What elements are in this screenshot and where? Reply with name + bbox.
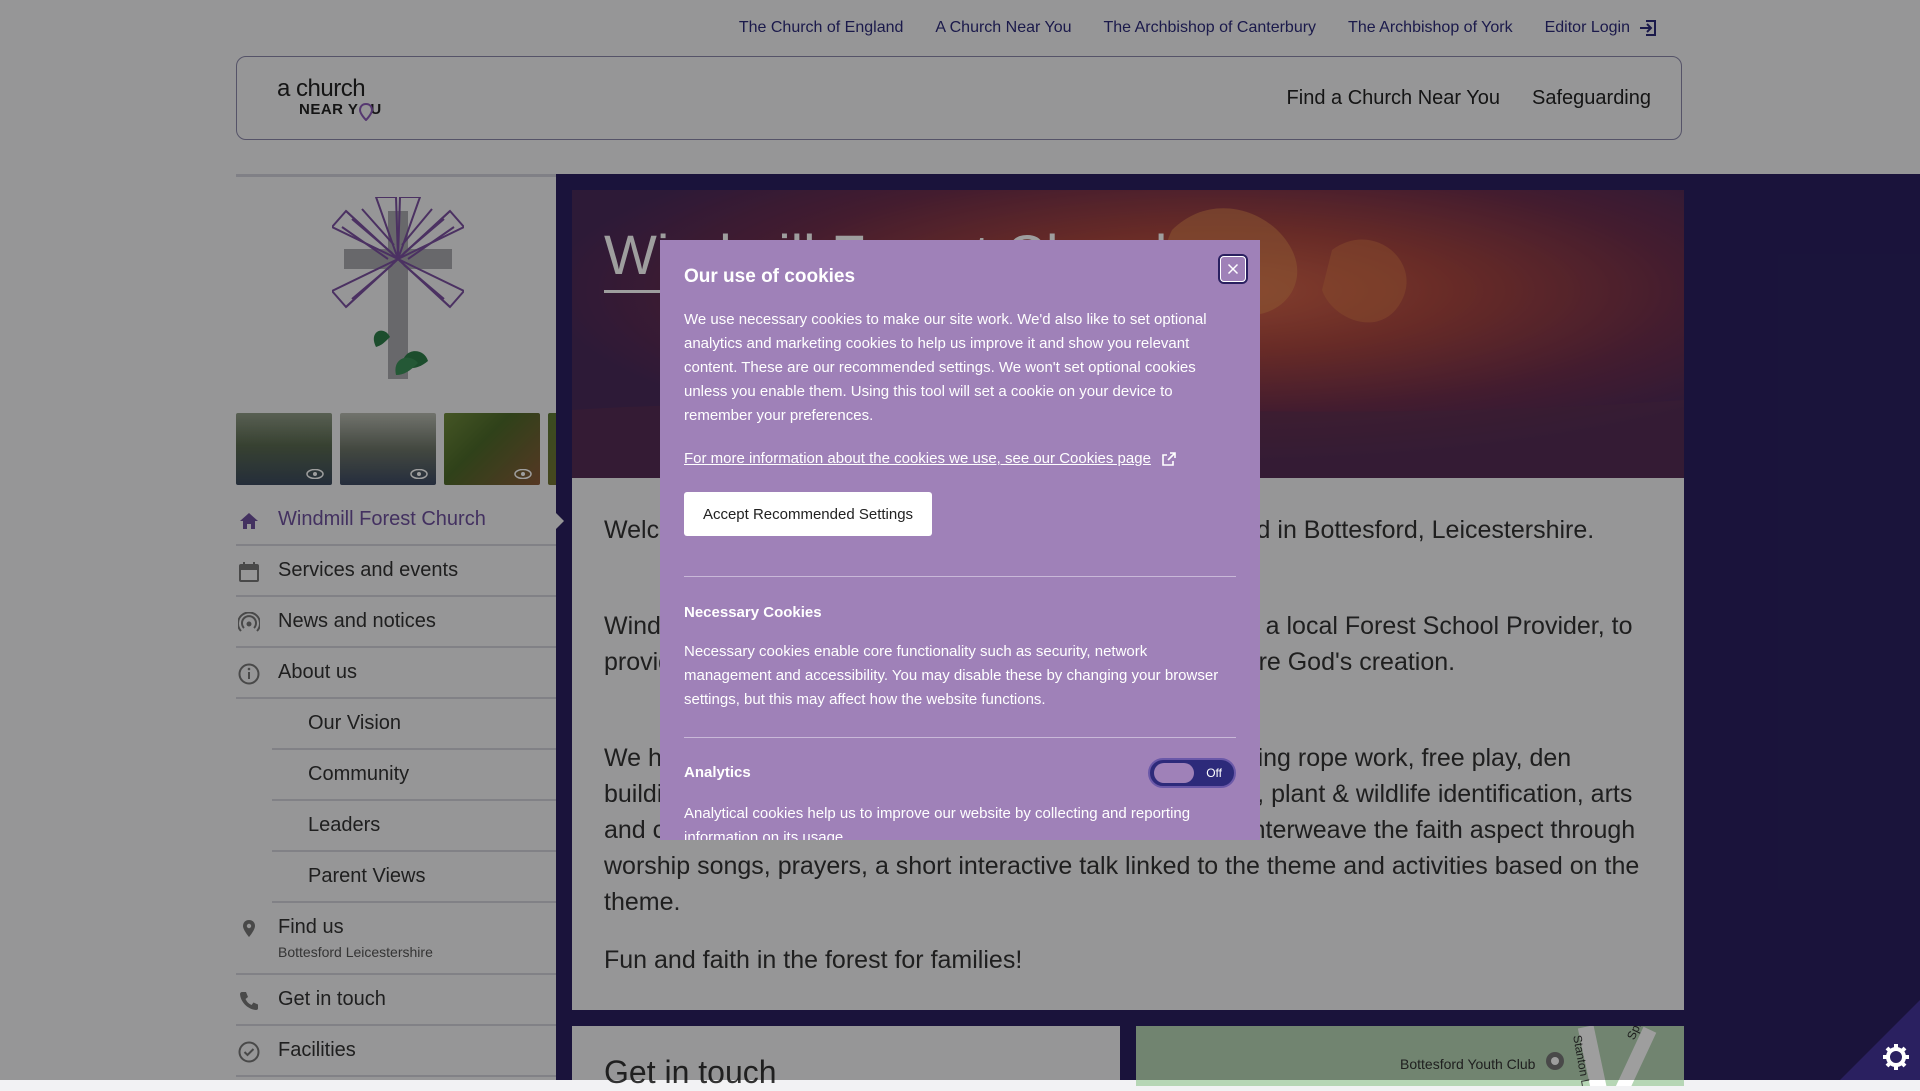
necessary-cookies-title: Necessary Cookies: [684, 604, 822, 621]
divider: [684, 576, 1236, 577]
accept-recommended-button[interactable]: Accept Recommended Settings: [684, 492, 932, 536]
analytics-toggle[interactable]: Off: [1148, 758, 1236, 788]
necessary-cookies-text: Necessary cookies enable core functional…: [684, 643, 1219, 708]
cookie-dialog-title: Our use of cookies: [684, 266, 856, 287]
external-link-icon: [1162, 451, 1176, 466]
cookies-page-link[interactable]: For more information about the cookies w…: [684, 450, 1177, 467]
close-icon: [1227, 263, 1239, 275]
toggle-state-label: Off: [1206, 766, 1222, 780]
cookie-intro-text: We use necessary cookies to make our sit…: [684, 311, 1207, 424]
cookie-settings-button[interactable]: [1840, 1000, 1920, 1080]
close-button[interactable]: [1220, 256, 1246, 282]
analytics-title: Analytics: [684, 764, 751, 781]
analytics-text: Analytical cookies help us to improve ou…: [684, 805, 1191, 840]
cookies-page-link-label: For more information about the cookies w…: [684, 450, 1151, 467]
cookie-consent-dialog: Our use of cookies We use necessary cook…: [660, 240, 1260, 840]
divider: [684, 737, 1236, 738]
toggle-knob: [1154, 763, 1194, 783]
